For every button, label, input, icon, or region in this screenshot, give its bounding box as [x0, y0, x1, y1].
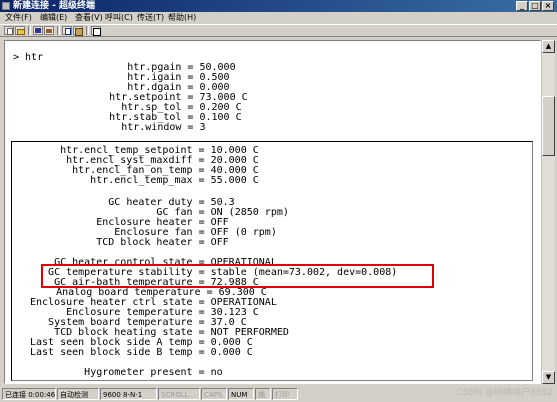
- copy-icon[interactable]: [62, 26, 72, 35]
- menu-call[interactable]: 呼叫(C): [105, 12, 133, 24]
- heater-status-panel: htr.encl_temp_setpoint = 10.000 C htr.en…: [11, 141, 533, 381]
- scroll-thumb[interactable]: [542, 96, 555, 156]
- window-controls: _ □ ×: [516, 1, 554, 11]
- close-button[interactable]: ×: [542, 1, 554, 11]
- window-title: 新建连接 - 超级终端: [13, 1, 96, 11]
- watermark: CSDN @网络用户8892: [456, 388, 553, 398]
- status-auto-detect: 自动检测: [57, 388, 99, 400]
- toolbar-separator: [86, 26, 89, 35]
- maximize-button[interactable]: □: [529, 1, 541, 11]
- terminal-line: htr.window = 3: [61, 122, 206, 133]
- menu-view[interactable]: 查看(V): [75, 12, 103, 24]
- vertical-scrollbar[interactable]: ▲ ▼: [541, 40, 555, 384]
- panel-line: Hygrometer present = no: [30, 367, 223, 378]
- properties-icon[interactable]: [91, 26, 101, 36]
- open-folder-icon[interactable]: [15, 26, 25, 35]
- scroll-down-icon[interactable]: ▼: [542, 371, 555, 384]
- toolbar: [0, 24, 557, 37]
- status-num-lock: NUM: [228, 388, 254, 400]
- menu-transfer[interactable]: 传送(T): [137, 12, 164, 24]
- menu-bar: 文件(F) 编辑(E) 查看(V) 呼叫(C) 传送(T) 帮助(H): [0, 12, 557, 24]
- status-scroll-lock: SCROLL: [158, 388, 200, 400]
- new-document-icon[interactable]: [4, 26, 14, 35]
- terminal-line: > htr: [13, 52, 44, 63]
- hyperterminal-app-icon[interactable]: [2, 2, 10, 10]
- status-port-settings: 9600 8-N-1: [100, 388, 157, 400]
- menu-file[interactable]: 文件(F): [5, 12, 32, 24]
- status-connected-time: 已连接 0:00:46: [2, 388, 56, 400]
- scroll-up-icon[interactable]: ▲: [542, 40, 555, 53]
- paste-icon[interactable]: [73, 26, 83, 36]
- panel-line: TCD block heater = OFF: [30, 237, 229, 248]
- status-print-echo: 打印: [272, 388, 298, 400]
- call-phone-icon[interactable]: [44, 26, 54, 35]
- minimize-button[interactable]: _: [516, 1, 528, 11]
- toolbar-separator: [57, 26, 60, 35]
- menu-edit[interactable]: 编辑(E): [40, 12, 67, 24]
- save-disk-icon[interactable]: [33, 26, 43, 35]
- toolbar-separator: [28, 26, 31, 35]
- terminal-screen[interactable]: > htr htr.pgain = 50.000 htr.igain = 0.5…: [4, 40, 541, 384]
- menu-help[interactable]: 帮助(H): [168, 12, 196, 24]
- title-bar: 新建连接 - 超级终端 _ □ ×: [0, 0, 557, 12]
- highlight-box: [41, 264, 434, 288]
- panel-line: htr.encl_temp_max = 55.000 C: [36, 175, 259, 186]
- status-capture: 捕: [255, 388, 271, 400]
- panel-line: Last seen block side B temp = 0.000 C: [30, 347, 253, 358]
- status-caps-lock: CAPS: [201, 388, 227, 400]
